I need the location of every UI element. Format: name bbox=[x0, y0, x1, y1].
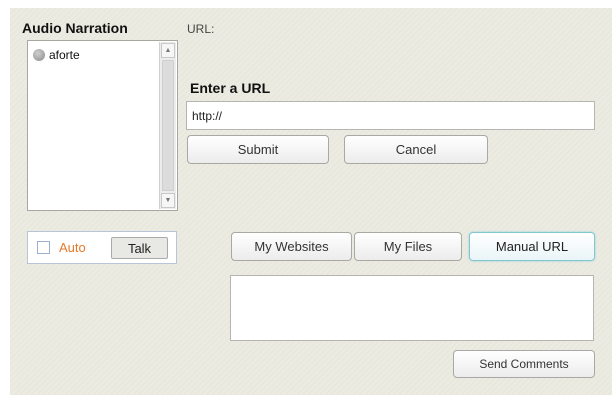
send-comments-button[interactable]: Send Comments bbox=[453, 350, 595, 378]
auto-talk-box: Auto Talk bbox=[27, 231, 177, 264]
audio-narration-title: Audio Narration bbox=[22, 20, 128, 36]
url-input[interactable] bbox=[186, 101, 595, 130]
talk-button[interactable]: Talk bbox=[111, 237, 168, 259]
tab-my-websites[interactable]: My Websites bbox=[231, 232, 352, 261]
scroll-down-arrow-icon[interactable]: ▼ bbox=[161, 193, 175, 208]
cancel-button[interactable]: Cancel bbox=[344, 135, 488, 164]
comments-textarea[interactable] bbox=[230, 275, 594, 341]
scroll-thumb[interactable] bbox=[162, 60, 174, 191]
enter-url-heading: Enter a URL bbox=[190, 80, 271, 96]
tab-manual-url[interactable]: Manual URL bbox=[469, 232, 595, 261]
scroll-up-arrow-icon[interactable]: ▲ bbox=[161, 43, 175, 58]
auto-checkbox[interactable] bbox=[37, 241, 50, 254]
list-item-label: aforte bbox=[49, 48, 80, 62]
auto-label: Auto bbox=[59, 240, 86, 255]
list-item[interactable]: aforte bbox=[33, 48, 80, 62]
submit-button[interactable]: Submit bbox=[187, 135, 329, 164]
narration-listbox[interactable]: aforte ▲ ▼ bbox=[27, 40, 178, 211]
tab-my-files[interactable]: My Files bbox=[354, 232, 462, 261]
url-label: URL: bbox=[187, 22, 215, 36]
status-dot-icon bbox=[33, 49, 45, 61]
scrollbar[interactable]: ▲ ▼ bbox=[159, 42, 176, 209]
